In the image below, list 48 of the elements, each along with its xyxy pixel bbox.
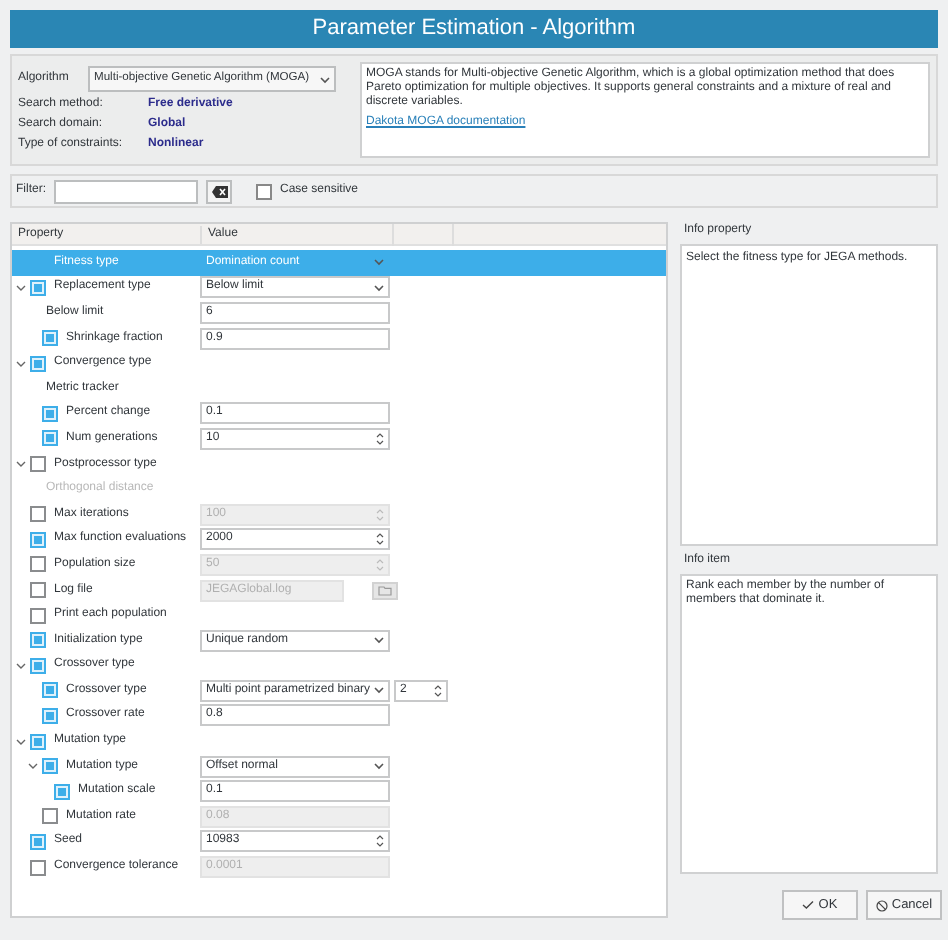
chevron-icon <box>374 258 384 267</box>
expand-icon[interactable] <box>16 283 26 292</box>
checkbox[interactable] <box>42 405 58 422</box>
stepper-icon <box>376 431 384 446</box>
expand-icon[interactable] <box>28 762 38 771</box>
checkbox[interactable] <box>42 330 58 347</box>
chevron-icon <box>320 75 330 83</box>
expand-icon[interactable] <box>16 359 26 368</box>
chevron-icon <box>374 762 384 771</box>
checkbox[interactable] <box>30 733 46 750</box>
checkbox[interactable] <box>54 783 70 800</box>
chevron-icon <box>374 686 384 695</box>
checkbox[interactable] <box>42 430 58 447</box>
checkbox[interactable] <box>30 582 46 599</box>
checkbox[interactable] <box>30 531 46 548</box>
checkbox[interactable] <box>30 657 46 674</box>
checkbox[interactable] <box>42 758 58 775</box>
checkbox[interactable] <box>30 556 46 573</box>
stepper-icon <box>376 532 384 547</box>
filter-field[interactable] <box>54 179 198 203</box>
stepper-icon <box>434 683 442 698</box>
stepper-icon <box>376 507 384 522</box>
checkbox[interactable] <box>30 833 46 850</box>
clear-icon <box>211 185 227 197</box>
chevron-icon <box>374 636 384 645</box>
checkbox[interactable] <box>30 506 46 523</box>
expand-icon[interactable] <box>16 460 26 469</box>
cancel-icon <box>875 899 888 911</box>
checkbox[interactable] <box>30 632 46 649</box>
checkbox[interactable] <box>30 279 46 296</box>
browse-button[interactable] <box>372 581 398 600</box>
check-icon <box>802 900 815 910</box>
checkbox[interactable] <box>42 707 58 724</box>
stepper-icon <box>376 557 384 572</box>
expand-icon[interactable] <box>16 661 26 670</box>
checkbox[interactable] <box>30 355 46 372</box>
expand-icon[interactable] <box>16 737 26 746</box>
checkbox[interactable] <box>256 183 272 199</box>
checkbox[interactable] <box>30 456 46 473</box>
checkbox[interactable] <box>30 607 46 624</box>
clear-button[interactable] <box>206 179 232 203</box>
window-title: Parameter Estimation - Algorithm <box>10 10 938 48</box>
checkbox[interactable] <box>30 859 46 876</box>
folder-icon <box>378 585 392 596</box>
chevron-icon <box>374 283 384 292</box>
checkbox[interactable] <box>42 682 58 699</box>
checkbox[interactable] <box>42 808 58 825</box>
stepper-icon <box>376 834 384 849</box>
